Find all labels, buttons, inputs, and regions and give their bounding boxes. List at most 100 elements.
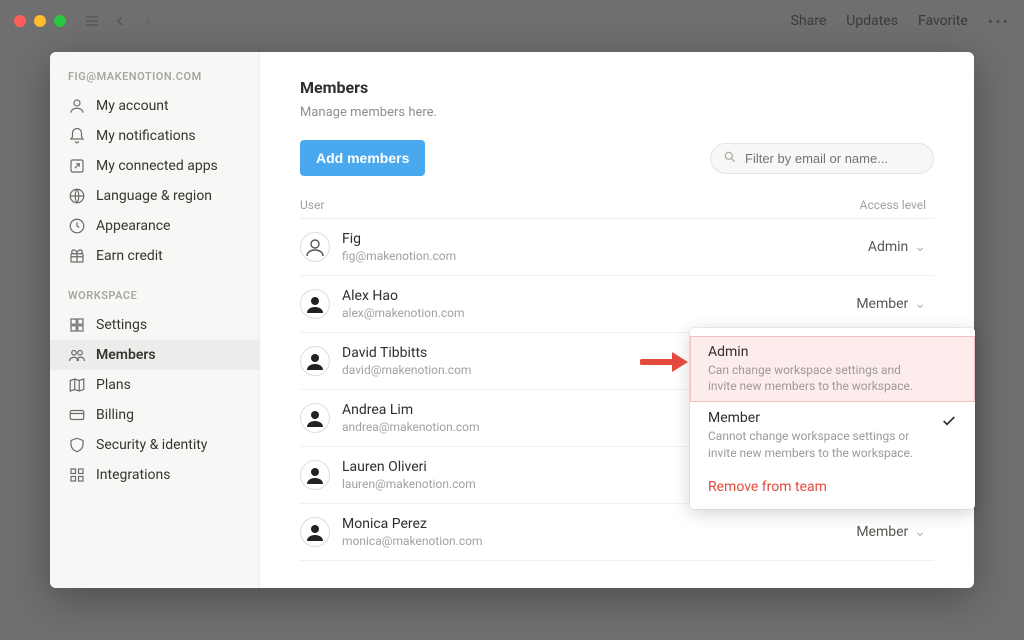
filter-input[interactable] — [745, 151, 921, 166]
sidebar-account-header: FIG@MAKENOTION.COM — [50, 70, 259, 91]
sidebar-item-language-region[interactable]: Language & region — [50, 181, 259, 211]
sidebar-item-label: Language & region — [96, 188, 212, 204]
share-link[interactable]: Share — [791, 13, 827, 29]
table-row: Monica Perez monica@makenotion.com Membe… — [300, 504, 934, 561]
sidebar-item-integrations[interactable]: Integrations — [50, 460, 259, 490]
popover-option-member[interactable]: Member Cannot change workspace settings … — [690, 402, 975, 468]
access-level-popover: Admin Can change workspace settings and … — [690, 328, 975, 509]
grid-icon — [68, 466, 86, 484]
close-window-button[interactable] — [14, 15, 26, 27]
updates-link[interactable]: Updates — [846, 13, 898, 29]
settings-icon — [68, 316, 86, 334]
access-label: Member — [856, 296, 908, 312]
sidebar-item-label: Plans — [96, 377, 131, 393]
member-email: andrea@makenotion.com — [342, 420, 480, 434]
member-name: Lauren Oliveri — [342, 459, 476, 475]
sidebar-item-appearance[interactable]: Appearance — [50, 211, 259, 241]
chevron-down-icon: ⌄ — [914, 524, 926, 540]
globe-icon — [68, 187, 86, 205]
hamburger-menu-icon[interactable] — [80, 9, 104, 33]
sidebar-item-plans[interactable]: Plans — [50, 370, 259, 400]
window-controls — [14, 15, 66, 27]
sidebar-item-label: My connected apps — [96, 158, 218, 174]
sidebar-item-label: Members — [96, 347, 156, 363]
popover-option-title: Member — [708, 410, 931, 426]
settings-sidebar: FIG@MAKENOTION.COM My account My notific… — [50, 52, 260, 588]
sidebar-item-label: Appearance — [96, 218, 170, 234]
chevron-down-icon: ⌄ — [914, 239, 926, 255]
member-email: alex@makenotion.com — [342, 306, 465, 320]
sidebar-item-label: My account — [96, 98, 169, 114]
page-subtitle: Manage members here. — [300, 105, 934, 120]
external-link-icon — [68, 157, 86, 175]
popover-remove-from-team[interactable]: Remove from team — [690, 469, 975, 501]
clock-icon — [68, 217, 86, 235]
access-level-dropdown[interactable]: Admin ⌄ — [868, 239, 934, 255]
member-name: Alex Hao — [342, 288, 465, 304]
background-toolbar: Share Updates Favorite ••• — [0, 0, 1024, 42]
table-row: Fig fig@makenotion.com Admin ⌄ — [300, 219, 934, 276]
sidebar-workspace-header: WORKSPACE — [50, 289, 259, 310]
sidebar-item-label: Settings — [96, 317, 147, 333]
popover-option-title: Admin — [708, 344, 931, 360]
minimize-window-button[interactable] — [34, 15, 46, 27]
filter-search[interactable] — [710, 143, 934, 174]
popover-option-admin[interactable]: Admin Can change workspace settings and … — [690, 336, 975, 402]
sidebar-item-security[interactable]: Security & identity — [50, 430, 259, 460]
chevron-down-icon: ⌄ — [914, 296, 926, 312]
sidebar-item-my-account[interactable]: My account — [50, 91, 259, 121]
popover-option-desc: Cannot change workspace settings or invi… — [708, 428, 931, 460]
gift-icon — [68, 247, 86, 265]
access-level-dropdown[interactable]: Member ⌄ — [856, 296, 934, 312]
popover-option-desc: Can change workspace settings and invite… — [708, 362, 931, 394]
member-name: Fig — [342, 231, 456, 247]
more-icon[interactable]: ••• — [988, 12, 1010, 31]
sidebar-item-label: Integrations — [96, 467, 170, 483]
member-email: david@makenotion.com — [342, 363, 471, 377]
members-table-header: User Access level — [300, 198, 934, 219]
member-email: lauren@makenotion.com — [342, 477, 476, 491]
col-access-header: Access level — [774, 198, 934, 212]
access-label: Member — [856, 524, 908, 540]
favorite-link[interactable]: Favorite — [918, 13, 968, 29]
maximize-window-button[interactable] — [54, 15, 66, 27]
back-icon[interactable] — [108, 9, 132, 33]
account-avatar-icon — [68, 97, 86, 115]
member-name: David Tibbitts — [342, 345, 471, 361]
table-row: Alex Hao alex@makenotion.com Member ⌄ — [300, 276, 934, 333]
credit-card-icon — [68, 406, 86, 424]
forward-icon[interactable] — [136, 9, 160, 33]
avatar — [300, 403, 330, 433]
map-icon — [68, 376, 86, 394]
member-email: fig@makenotion.com — [342, 249, 456, 263]
sidebar-item-label: Security & identity — [96, 437, 207, 453]
sidebar-item-settings[interactable]: Settings — [50, 310, 259, 340]
member-email: monica@makenotion.com — [342, 534, 482, 548]
avatar — [300, 346, 330, 376]
sidebar-item-members[interactable]: Members — [50, 340, 259, 370]
avatar — [300, 517, 330, 547]
sidebar-item-label: Billing — [96, 407, 134, 423]
sidebar-item-label: My notifications — [96, 128, 196, 144]
add-members-button[interactable]: Add members — [300, 140, 425, 176]
annotation-arrow-icon — [640, 348, 688, 380]
sidebar-item-billing[interactable]: Billing — [50, 400, 259, 430]
sidebar-item-notifications[interactable]: My notifications — [50, 121, 259, 151]
controls-row: Add members — [300, 140, 934, 176]
avatar — [300, 460, 330, 490]
access-label: Admin — [868, 239, 908, 255]
check-icon — [941, 413, 957, 433]
member-name: Andrea Lim — [342, 402, 480, 418]
member-name: Monica Perez — [342, 516, 482, 532]
page-title: Members — [300, 78, 934, 97]
people-icon — [68, 346, 86, 364]
avatar — [300, 289, 330, 319]
search-icon — [723, 149, 737, 168]
access-level-dropdown[interactable]: Member ⌄ — [856, 524, 934, 540]
shield-icon — [68, 436, 86, 454]
bell-icon — [68, 127, 86, 145]
sidebar-item-label: Earn credit — [96, 248, 163, 264]
sidebar-item-earn-credit[interactable]: Earn credit — [50, 241, 259, 271]
col-user-header: User — [300, 198, 774, 212]
sidebar-item-connected-apps[interactable]: My connected apps — [50, 151, 259, 181]
